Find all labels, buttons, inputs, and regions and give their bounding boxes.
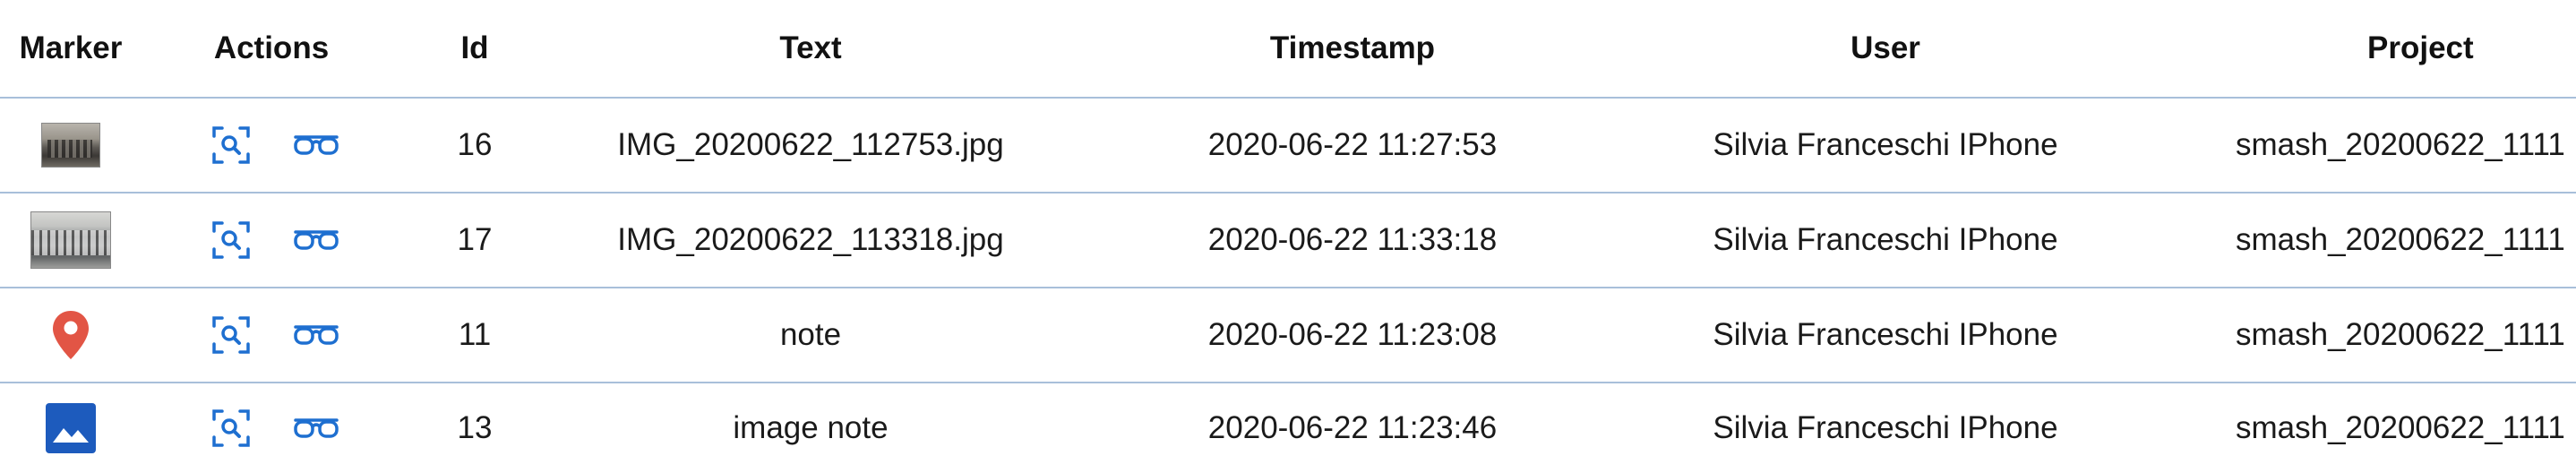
marker-cell xyxy=(0,288,142,382)
image-icon[interactable] xyxy=(46,403,96,453)
id-cell: 13 xyxy=(457,410,493,445)
user-cell: Silvia Franceschi IPhone xyxy=(1713,410,2058,445)
map-pin-icon[interactable] xyxy=(51,309,90,361)
text-cell: image note xyxy=(733,410,889,445)
table-row[interactable]: 13 image note 2020-06-22 11:23:46 Silvia… xyxy=(0,383,2576,473)
header-user[interactable]: User xyxy=(1657,0,2114,97)
project-cell: smash_20200622_1111 xyxy=(2236,317,2565,352)
timestamp-cell: 2020-06-22 11:33:18 xyxy=(1207,222,1498,257)
project-cell: smash_20200622_1111 xyxy=(2236,222,2565,257)
id-cell: 16 xyxy=(457,127,493,162)
header-timestamp[interactable]: Timestamp xyxy=(1129,0,1576,97)
table-row[interactable]: 11 note 2020-06-22 11:23:08 Silvia Franc… xyxy=(0,288,2576,383)
user-cell: Silvia Franceschi IPhone xyxy=(1713,222,2058,257)
header-text[interactable]: Text xyxy=(573,0,1048,97)
project-cell: smash_20200622_1111 xyxy=(2236,410,2565,445)
table-row[interactable]: 17 IMG_20200622_113318.jpg 2020-06-22 11… xyxy=(0,194,2576,288)
glasses-view-icon[interactable] xyxy=(292,408,340,448)
project-cell: smash_20200622_1111 xyxy=(2236,127,2565,162)
photo-thumbnail[interactable] xyxy=(41,123,100,168)
timestamp-cell: 2020-06-22 11:27:53 xyxy=(1207,127,1498,162)
glasses-view-icon[interactable] xyxy=(292,125,340,165)
table-header: Marker Actions Id Text Timestamp User Pr… xyxy=(0,0,2576,99)
glasses-view-icon[interactable] xyxy=(292,315,340,355)
photo-thumbnail[interactable] xyxy=(30,211,111,269)
zoom-to-icon[interactable] xyxy=(211,125,251,165)
glasses-view-icon[interactable] xyxy=(292,220,340,260)
header-id[interactable]: Id xyxy=(421,0,528,97)
marker-cell xyxy=(0,99,142,192)
text-cell: IMG_20200622_113318.jpg xyxy=(617,222,1004,257)
notes-table: Marker Actions Id Text Timestamp User Pr… xyxy=(0,0,2576,473)
text-cell: IMG_20200622_112753.jpg xyxy=(617,127,1004,162)
zoom-to-icon[interactable] xyxy=(211,408,251,448)
timestamp-cell: 2020-06-22 11:23:46 xyxy=(1207,410,1498,445)
user-cell: Silvia Franceschi IPhone xyxy=(1713,127,2058,162)
text-cell: note xyxy=(779,317,842,352)
marker-cell xyxy=(0,194,142,287)
header-project[interactable]: Project xyxy=(2185,0,2576,97)
header-marker[interactable]: Marker xyxy=(0,0,142,97)
zoom-to-icon[interactable] xyxy=(211,220,251,260)
header-actions[interactable]: Actions xyxy=(179,0,364,97)
zoom-to-icon[interactable] xyxy=(211,315,251,355)
timestamp-cell: 2020-06-22 11:23:08 xyxy=(1207,317,1498,352)
id-cell: 17 xyxy=(457,222,493,257)
table-row[interactable]: 16 IMG_20200622_112753.jpg 2020-06-22 11… xyxy=(0,99,2576,194)
marker-cell xyxy=(0,383,142,473)
user-cell: Silvia Franceschi IPhone xyxy=(1713,317,2058,352)
id-cell: 11 xyxy=(458,317,492,352)
